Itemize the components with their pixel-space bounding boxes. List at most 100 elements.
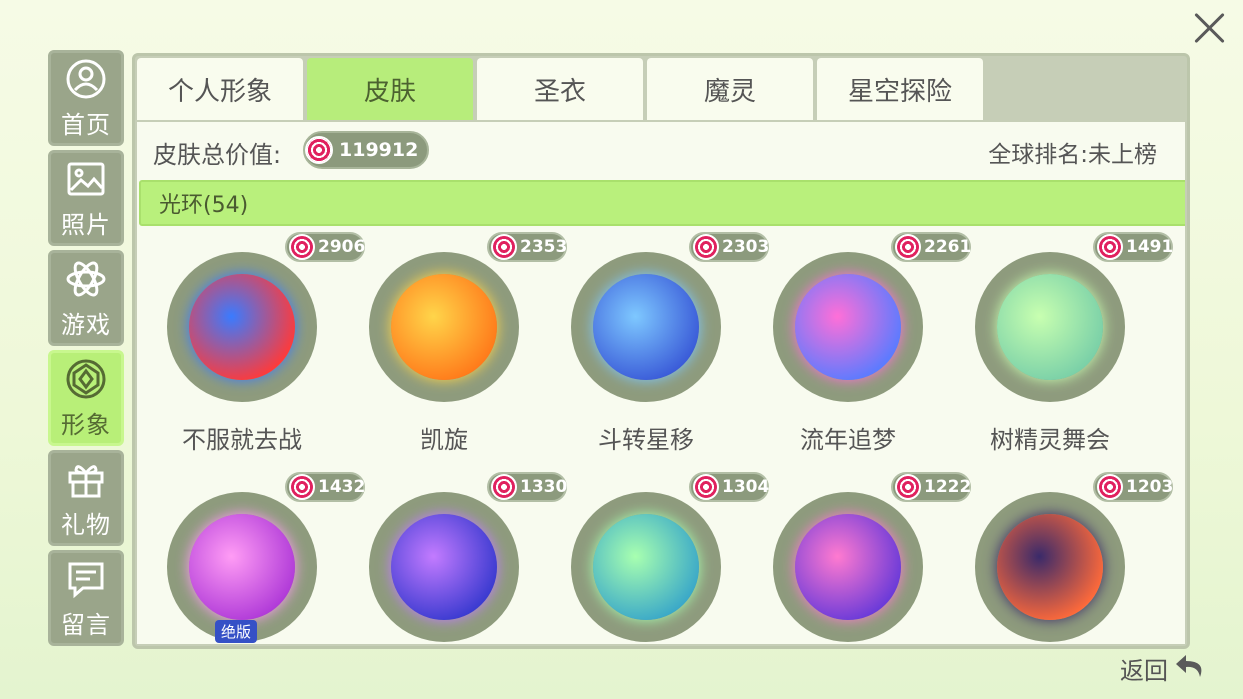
- sidebar-item-label: 首页: [61, 110, 111, 139]
- sidebar-item-photos[interactable]: 照片: [48, 150, 124, 246]
- skin-item[interactable]: 2906 不服就去战: [167, 232, 365, 454]
- item-plate: [369, 252, 519, 402]
- item-price: 2303: [722, 237, 770, 257]
- skin-item[interactable]: 1203: [975, 472, 1173, 644]
- tab-star-adventure[interactable]: 星空探险: [817, 58, 983, 120]
- item-price: 2906: [318, 237, 366, 257]
- coin-icon: [289, 234, 315, 260]
- global-rank: 全球排名:未上榜: [988, 142, 1157, 168]
- item-price: 1330: [520, 477, 568, 497]
- skin-item[interactable]: 1304: [571, 472, 769, 644]
- info-row: 皮肤总价值: 119912 全球排名:未上榜: [137, 122, 1185, 176]
- item-plate: [571, 492, 721, 642]
- limited-badge: 绝版: [215, 620, 258, 643]
- skin-item[interactable]: 1222: [773, 472, 971, 644]
- halo-orb-icon: [795, 274, 901, 380]
- item-price: 2353: [520, 237, 568, 257]
- total-value-label: 皮肤总价值:: [153, 141, 282, 169]
- total-value: 119912: [339, 139, 419, 161]
- gift-icon: [64, 457, 108, 501]
- sidebar-item-games[interactable]: 游戏: [48, 250, 124, 346]
- coin-icon: [491, 234, 517, 260]
- coin-icon: [1097, 474, 1123, 500]
- tab-profile[interactable]: 个人形象: [137, 58, 303, 120]
- tab-bar: 个人形象 皮肤 圣衣 魔灵 星空探险: [135, 56, 983, 120]
- sidebar-item-label: 游戏: [61, 310, 111, 339]
- sidebar-item-messages[interactable]: 留言: [48, 550, 124, 646]
- message-icon: [64, 557, 108, 601]
- category-header[interactable]: 光环(54): [139, 180, 1185, 226]
- skin-item[interactable]: 1330: [369, 472, 567, 644]
- coin-icon: [289, 474, 315, 500]
- skin-item[interactable]: 1491 树精灵舞会: [975, 232, 1173, 454]
- skins-content: 皮肤总价值: 119912 全球排名:未上榜 光环(54) 2906 不服就去战 2…: [137, 122, 1185, 644]
- sidebar-item-avatar[interactable]: 形象: [48, 350, 124, 446]
- halo-orb-icon: [391, 274, 497, 380]
- coin-icon: [895, 474, 921, 500]
- item-name: 斗转星移: [598, 426, 694, 454]
- diamond-icon: [64, 357, 108, 401]
- skin-item[interactable]: 2353 凯旋: [369, 232, 567, 454]
- sidebar-item-label: 礼物: [61, 510, 111, 539]
- item-price: 1222: [924, 477, 972, 497]
- item-name: 流年追梦: [800, 426, 896, 454]
- halo-orb-icon: [189, 514, 295, 620]
- close-button[interactable]: [1188, 6, 1232, 50]
- photo-icon: [64, 157, 108, 201]
- sidebar-item-gifts[interactable]: 礼物: [48, 450, 124, 546]
- item-plate: [167, 252, 317, 402]
- item-plate: [975, 252, 1125, 402]
- price-tag: 1222: [891, 472, 971, 502]
- price-tag: 2303: [689, 232, 769, 262]
- item-plate: [571, 252, 721, 402]
- item-price: 2261: [924, 237, 972, 257]
- skin-item[interactable]: 1432 绝版: [167, 472, 365, 644]
- item-name: 树精灵舞会: [990, 426, 1110, 454]
- coin-icon: [491, 474, 517, 500]
- back-label: 返回: [1120, 656, 1168, 685]
- halo-orb-icon: [997, 514, 1103, 620]
- total-value-pill: 119912: [303, 131, 429, 169]
- user-circle-icon: [64, 57, 108, 101]
- halo-orb-icon: [391, 514, 497, 620]
- atom-icon: [64, 257, 108, 301]
- tab-armor[interactable]: 圣衣: [477, 58, 643, 120]
- price-tag: 2906: [285, 232, 365, 262]
- price-tag: 1304: [689, 472, 769, 502]
- sidebar-item-label: 照片: [61, 210, 111, 239]
- halo-orb-icon: [189, 274, 295, 380]
- sidebar-item-label: 留言: [61, 610, 111, 639]
- tab-skins[interactable]: 皮肤: [307, 58, 473, 120]
- sidebar-item-label: 形象: [61, 410, 111, 439]
- item-price: 1203: [1126, 477, 1174, 497]
- item-price: 1304: [722, 477, 770, 497]
- item-price: 1491: [1126, 237, 1174, 257]
- item-name: 凯旋: [420, 426, 468, 454]
- price-tag: 1432: [285, 472, 365, 502]
- coin-icon: [895, 234, 921, 260]
- tab-spirits[interactable]: 魔灵: [647, 58, 813, 120]
- halo-orb-icon: [593, 274, 699, 380]
- main-panel: 个人形象 皮肤 圣衣 魔灵 星空探险 皮肤总价值: 119912 全球排名:未上…: [132, 53, 1190, 649]
- item-plate: [773, 252, 923, 402]
- back-button[interactable]: 返回: [1120, 650, 1208, 686]
- price-tag: 2353: [487, 232, 567, 262]
- skin-item[interactable]: 2261 流年追梦: [773, 232, 971, 454]
- halo-orb-icon: [997, 274, 1103, 380]
- halo-orb-icon: [593, 514, 699, 620]
- price-tag: 2261: [891, 232, 971, 262]
- item-plate: [975, 492, 1125, 642]
- sidebar: 首页 照片 游戏 形象 礼物 留言: [48, 50, 124, 650]
- coin-icon: [693, 234, 719, 260]
- item-plate: [369, 492, 519, 642]
- skin-item[interactable]: 2303 斗转星移: [571, 232, 769, 454]
- item-price: 1432: [318, 477, 366, 497]
- halo-orb-icon: [795, 514, 901, 620]
- price-tag: 1491: [1093, 232, 1173, 262]
- sidebar-item-home[interactable]: 首页: [48, 50, 124, 146]
- coin-icon: [1097, 234, 1123, 260]
- coin-icon: [305, 136, 333, 164]
- item-name: 不服就去战: [182, 426, 302, 454]
- price-tag: 1330: [487, 472, 567, 502]
- back-arrow-icon: [1172, 651, 1208, 685]
